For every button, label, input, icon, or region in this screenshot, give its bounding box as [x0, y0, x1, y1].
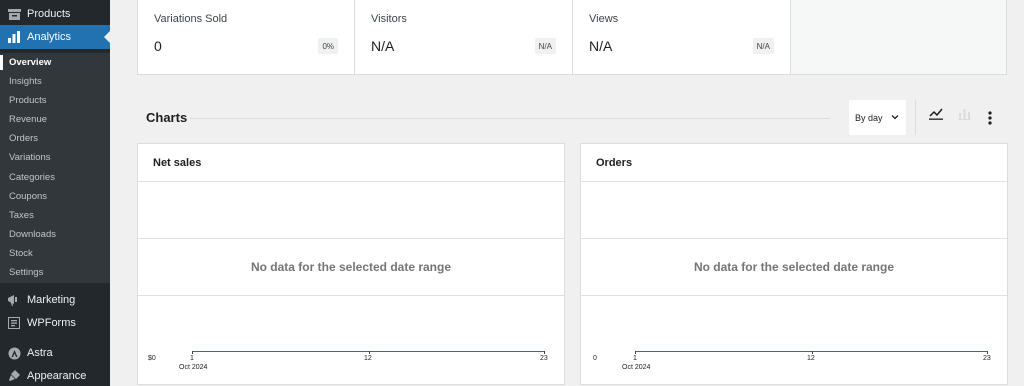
panel-title: Net sales — [153, 157, 202, 169]
x-tick-mark — [544, 351, 545, 354]
stat-views[interactable]: Views N/A N/A — [573, 0, 791, 74]
gridline — [138, 238, 564, 239]
x-tick-label: 1 — [633, 355, 637, 362]
submenu-insights[interactable]: Insights — [0, 72, 110, 91]
stat-delta-badge: N/A — [752, 38, 774, 54]
more-vertical-icon — [988, 111, 992, 125]
menu-item-label: WPForms — [27, 317, 76, 329]
menu-item-label: Appearance — [27, 370, 87, 382]
menu-item-astra[interactable]: Astra — [0, 341, 110, 365]
x-tick-label: 1 — [190, 355, 194, 362]
gridline — [138, 295, 564, 296]
x-tick-label: 12 — [807, 355, 815, 362]
chart-panel-net-sales: Net sales No data for the selected date … — [137, 143, 565, 385]
submenu-variations[interactable]: Variations — [0, 148, 110, 167]
submenu-settings[interactable]: Settings — [0, 263, 110, 282]
gridline — [581, 238, 1007, 239]
x-tick-mark — [635, 351, 636, 354]
stat-visitors[interactable]: Visitors N/A N/A — [355, 0, 573, 74]
x-tick-mark — [812, 351, 813, 354]
submenu-overview[interactable]: Overview — [0, 53, 110, 72]
x-tick-label: 23 — [983, 355, 991, 362]
marketing-icon — [7, 293, 21, 307]
analytics-submenu: Overview Insights Products Revenue Order… — [0, 53, 110, 283]
charts-divider — [190, 118, 830, 119]
bar-chart-icon — [957, 109, 971, 120]
stats-summary: Variations Sold 0 0% Visitors N/A N/A Vi… — [137, 0, 1007, 75]
submenu-taxes[interactable]: Taxes — [0, 206, 110, 225]
menu-item-products[interactable]: Products — [0, 2, 110, 26]
toolbar-separator — [915, 100, 916, 135]
x-tick-mark — [369, 351, 370, 354]
chevron-down-icon — [891, 115, 899, 120]
x-tick-mark — [987, 351, 988, 354]
menu-item-analytics[interactable]: Analytics — [0, 25, 110, 49]
chart-panel-orders: Orders No data for the selected date ran… — [580, 143, 1008, 385]
charts-section-title: Charts — [146, 110, 188, 125]
interval-select-value: By day — [855, 112, 883, 123]
stat-delta-badge: N/A — [534, 38, 556, 54]
menu-item-label: Analytics — [27, 31, 72, 43]
empty-state-message: No data for the selected date range — [693, 260, 895, 274]
stat-value: 0 — [154, 38, 162, 54]
analytics-icon — [7, 30, 21, 44]
menu-item-label: Astra — [27, 347, 53, 359]
stat-value: N/A — [589, 38, 613, 54]
submenu-revenue[interactable]: Revenue — [0, 110, 110, 129]
empty-state-message: No data for the selected date range — [250, 260, 452, 274]
menu-item-label: Products — [27, 8, 71, 20]
submenu-downloads[interactable]: Downloads — [0, 225, 110, 244]
line-chart-icon — [929, 108, 943, 120]
submenu-orders[interactable]: Orders — [0, 129, 110, 148]
admin-sidebar: Products Analytics Overview Insights Pro… — [0, 0, 110, 386]
astra-icon — [7, 346, 21, 360]
x-tick-label: 12 — [364, 355, 372, 362]
x-tick-label: 23 — [540, 355, 548, 362]
panel-title: Orders — [596, 157, 633, 169]
panel-header: Orders — [581, 144, 1007, 182]
x-tick-sublabel: Oct 2024 — [622, 364, 651, 371]
stat-variations-sold[interactable]: Variations Sold 0 0% — [138, 0, 355, 74]
submenu-coupons[interactable]: Coupons — [0, 187, 110, 206]
stat-label: Views — [589, 13, 619, 25]
interval-select[interactable]: By day — [849, 100, 906, 135]
stat-label: Visitors — [371, 13, 407, 25]
gridline — [581, 295, 1007, 296]
menu-item-label: Marketing — [27, 294, 76, 306]
y-tick-label: 0 — [593, 355, 597, 362]
submenu-products[interactable]: Products — [0, 91, 110, 110]
products-icon — [7, 7, 21, 21]
submenu-categories[interactable]: Categories — [0, 168, 110, 187]
wpforms-icon — [7, 316, 21, 330]
menu-item-marketing[interactable]: Marketing — [0, 288, 110, 312]
x-tick-sublabel: Oct 2024 — [179, 364, 208, 371]
menu-item-wpforms[interactable]: WPForms — [0, 311, 110, 335]
stat-value: N/A — [371, 38, 395, 54]
chart-options-button[interactable] — [981, 108, 999, 128]
stat-label: Variations Sold — [154, 13, 228, 25]
menu-item-appearance[interactable]: Appearance — [0, 364, 110, 386]
appearance-icon — [7, 369, 21, 383]
submenu-stock[interactable]: Stock — [0, 244, 110, 263]
stat-delta-badge: 0% — [318, 38, 338, 54]
bar-chart-button[interactable] — [954, 104, 974, 124]
x-tick-mark — [192, 351, 193, 354]
line-chart-button[interactable] — [926, 104, 946, 124]
panel-header: Net sales — [138, 144, 564, 182]
y-tick-label: $0 — [148, 355, 156, 362]
